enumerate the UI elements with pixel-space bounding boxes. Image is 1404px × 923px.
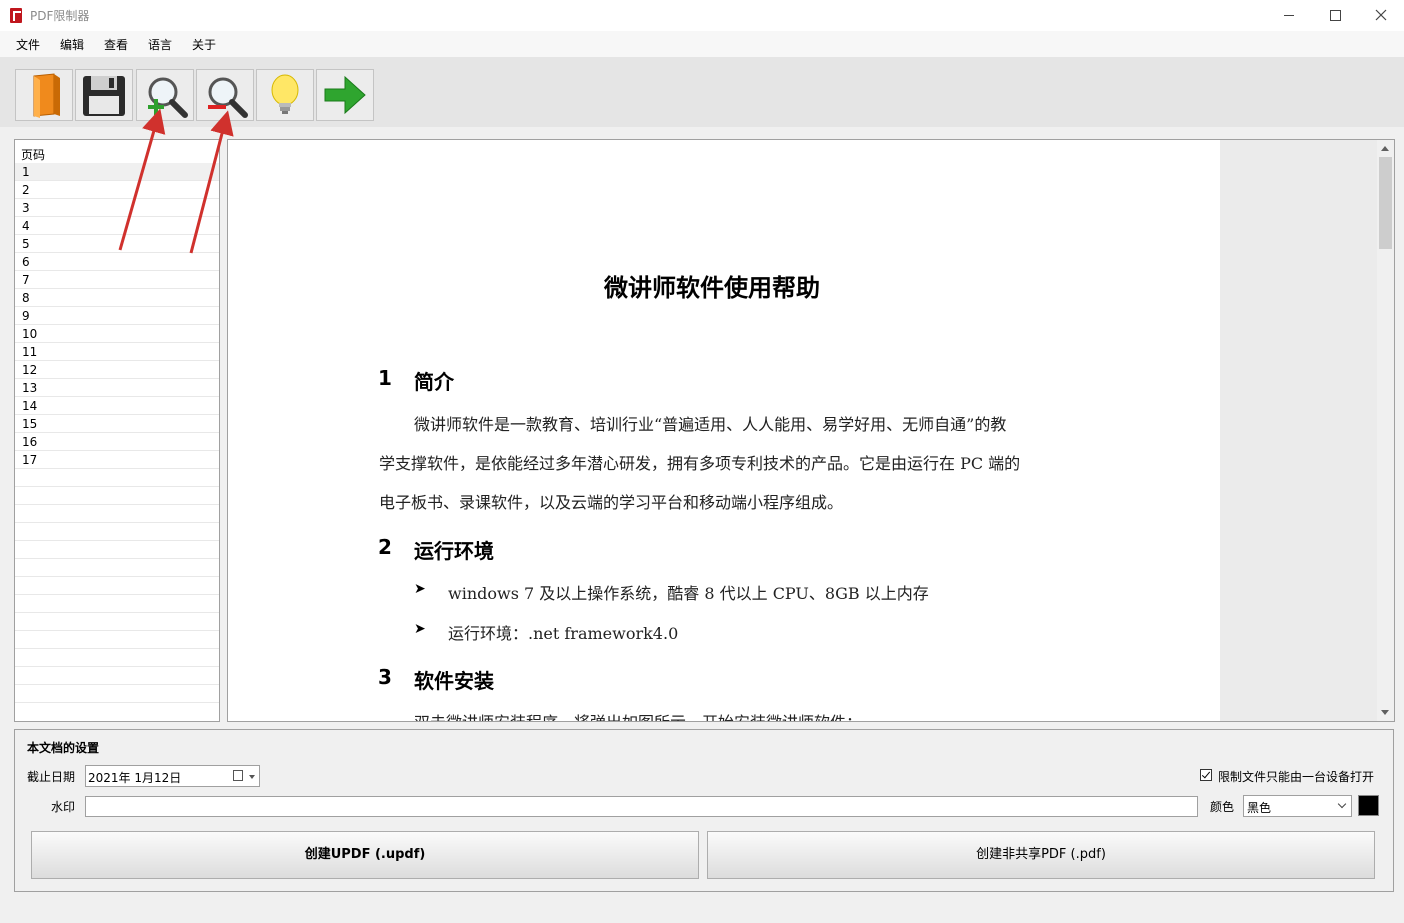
zoom-in-icon [148, 77, 188, 118]
page-row[interactable]: 13 [15, 379, 219, 397]
next-button[interactable] [316, 69, 374, 121]
empty-row [15, 487, 219, 505]
section-number: 2 [378, 535, 392, 559]
create-pdf-button[interactable]: 创建非共享PDF (.pdf) [707, 831, 1375, 879]
page-row[interactable]: 14 [15, 397, 219, 415]
close-button[interactable] [1358, 0, 1404, 31]
color-label: 颜色 [1210, 800, 1235, 814]
doc-title: 微讲师软件使用帮助 [604, 274, 820, 302]
page-row[interactable]: 17 [15, 451, 219, 469]
folder-book-icon [33, 73, 60, 118]
bullet-text: windows 7 及以上操作系统，酷睿 8 代以上 CPU、8GB 以上内存 [448, 584, 929, 603]
scroll-up-icon[interactable] [1381, 146, 1389, 151]
section-number: 3 [378, 665, 392, 689]
open-button[interactable] [15, 69, 73, 121]
save-button[interactable] [75, 69, 133, 121]
document-settings-panel: 本文档的设置 截止日期 2021年 1月12日 限制文件只能由一台设备打开 水印… [14, 729, 1394, 892]
scroll-thumb[interactable] [1379, 157, 1392, 249]
paragraph-line: 双击微讲师安装程序，将弹出如图所示，开始安装微讲师软件： [414, 709, 862, 721]
menu-bar: 文件 编辑 查看 语言 关于 [0, 31, 1404, 57]
menu-view[interactable]: 查看 [104, 36, 128, 53]
pdf-page: 微讲师软件使用帮助 1 简介 微讲师软件是一款教育、培训行业“普遍适用、人人能用… [228, 140, 1220, 721]
page-row[interactable]: 8 [15, 289, 219, 307]
page-row[interactable]: 2 [15, 181, 219, 199]
close-icon [1375, 9, 1387, 21]
section-number: 1 [378, 366, 392, 390]
bullet-text: 运行环境：.net framework4.0 [448, 624, 679, 643]
scroll-down-icon[interactable] [1381, 710, 1389, 715]
page-list-header: 页码 [21, 148, 46, 162]
deadline-label: 截止日期 [27, 770, 76, 784]
create-updf-button[interactable]: 创建UPDF (.updf) [31, 831, 699, 879]
help-button[interactable] [256, 69, 314, 121]
restrict-device-label[interactable]: 限制文件只能由一台设备打开 [1218, 768, 1374, 785]
window-title: PDF限制器 [30, 9, 90, 23]
section-title: 软件安装 [414, 669, 494, 693]
empty-row [15, 667, 219, 685]
page-row[interactable]: 11 [15, 343, 219, 361]
empty-row [15, 523, 219, 541]
empty-row [15, 649, 219, 667]
page-row[interactable]: 6 [15, 253, 219, 271]
vertical-scrollbar[interactable] [1377, 140, 1394, 721]
color-select[interactable]: 黑色 [1243, 795, 1352, 817]
watermark-label: 水印 [51, 800, 76, 814]
page-row[interactable]: 7 [15, 271, 219, 289]
settings-legend: 本文档的设置 [27, 741, 100, 755]
calendar-icon[interactable] [233, 770, 243, 781]
page-row[interactable]: 9 [15, 307, 219, 325]
app-pdf-icon [10, 8, 22, 23]
color-value: 黑色 [1247, 801, 1272, 815]
empty-row [15, 595, 219, 613]
maximize-button[interactable] [1312, 0, 1358, 31]
page-row[interactable]: 5 [15, 235, 219, 253]
zoom-out-icon [208, 77, 248, 118]
minimize-button[interactable] [1266, 0, 1312, 31]
deadline-date-picker[interactable]: 2021年 1月12日 [85, 765, 260, 787]
menu-file[interactable]: 文件 [16, 36, 40, 53]
lightbulb-icon [271, 74, 299, 114]
restrict-device-checkbox[interactable] [1200, 769, 1212, 781]
empty-row [15, 541, 219, 559]
zoom-out-button[interactable] [196, 69, 254, 121]
empty-row [15, 505, 219, 523]
color-swatch[interactable] [1358, 795, 1379, 816]
title-bar: PDF限制器 [0, 0, 1404, 31]
menu-about[interactable]: 关于 [192, 36, 216, 53]
page-row[interactable]: 16 [15, 433, 219, 451]
empty-row [15, 685, 219, 703]
arrow-right-icon [324, 75, 366, 115]
page-row[interactable]: 4 [15, 217, 219, 235]
bullet-arrow-icon: ➤ [414, 621, 426, 637]
empty-row [15, 559, 219, 577]
page-row[interactable]: 1 [15, 163, 219, 181]
page-row[interactable]: 10 [15, 325, 219, 343]
page-row[interactable]: 15 [15, 415, 219, 433]
empty-row [15, 577, 219, 595]
empty-row [15, 631, 219, 649]
zoom-in-button[interactable] [136, 69, 194, 121]
empty-row [15, 469, 219, 487]
toolbar [0, 57, 1404, 127]
page-row[interactable]: 12 [15, 361, 219, 379]
paragraph-line: 学支撑软件，是依能经过多年潜心研发，拥有多项专利技术的产品。它是由运行在 PC … [379, 454, 1021, 473]
page-list[interactable]: 页码 1 2 3 4 5 6 7 8 9 10 11 12 13 14 15 1… [14, 139, 220, 722]
menu-edit[interactable]: 编辑 [60, 36, 84, 53]
page-row[interactable]: 3 [15, 199, 219, 217]
section-title: 简介 [414, 370, 454, 394]
chevron-down-icon [1337, 799, 1347, 809]
paragraph-line: 微讲师软件是一款教育、培训行业“普遍适用、人人能用、易学好用、无师自通”的教 [414, 415, 1007, 434]
menu-language[interactable]: 语言 [148, 36, 172, 53]
floppy-disk-icon [83, 76, 125, 116]
bullet-arrow-icon: ➤ [414, 581, 426, 597]
watermark-input[interactable] [85, 796, 1198, 817]
deadline-value: 2021年 1月12日 [88, 771, 182, 785]
pdf-viewer[interactable]: 微讲师软件使用帮助 1 简介 微讲师软件是一款教育、培训行业“普遍适用、人人能用… [227, 139, 1395, 722]
paragraph-line: 电子板书、录课软件，以及云端的学习平台和移动端小程序组成。 [379, 493, 844, 512]
section-title: 运行环境 [414, 539, 494, 563]
chevron-down-icon[interactable] [249, 775, 255, 779]
empty-row [15, 613, 219, 631]
